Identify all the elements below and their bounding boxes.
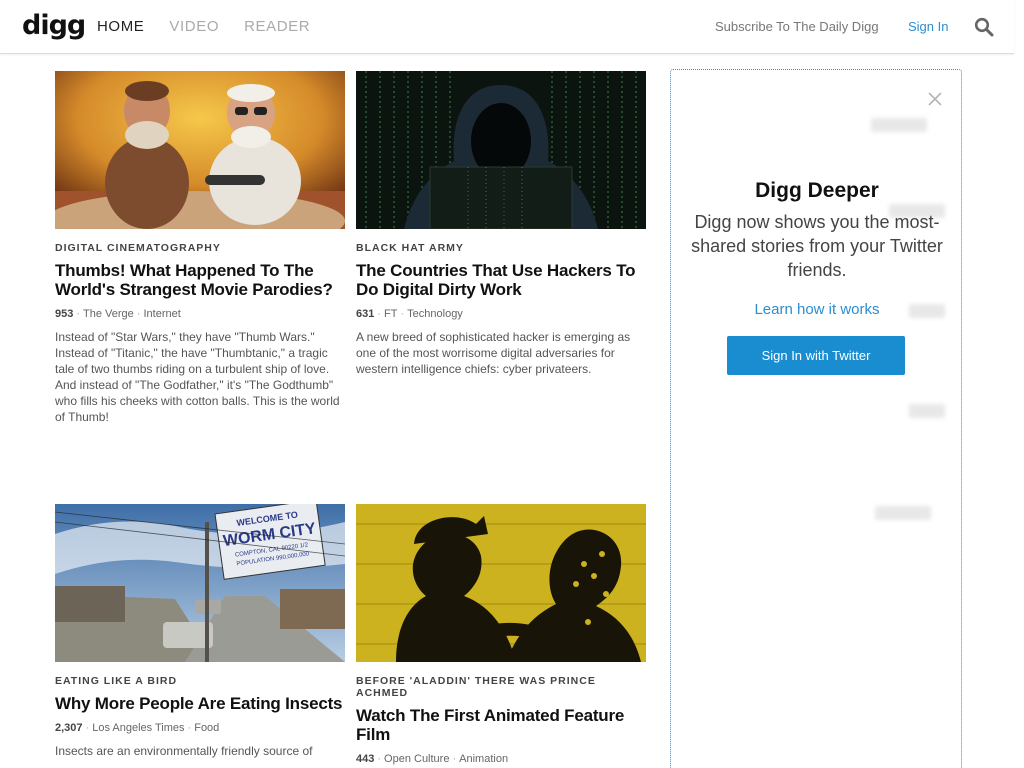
- story-category[interactable]: Animation: [459, 753, 508, 765]
- story-card: BLACK HAT ARMY The Countries That Use Ha…: [356, 71, 646, 377]
- story-thumbnail[interactable]: WELCOME TO WORM CITY COMPTON, CAL 90220 …: [55, 504, 345, 662]
- story-title[interactable]: Thumbs! What Happened To The World's Str…: [55, 261, 345, 299]
- digg-count: 443: [356, 753, 375, 765]
- nav-reader[interactable]: READER: [244, 18, 310, 36]
- story-kicker: EATING LIKE A BIRD: [55, 675, 178, 687]
- story-meta: 443 · Open Culture · Animation: [356, 753, 509, 765]
- story-kicker: BLACK HAT ARMY: [356, 242, 464, 254]
- panel-title: Digg Deeper: [755, 179, 879, 202]
- learn-how-link[interactable]: Learn how it works: [671, 300, 961, 320]
- digg-count: 631: [356, 308, 375, 320]
- story-meta: 631 · FT · Technology: [356, 308, 463, 320]
- story-title[interactable]: Why More People Are Eating Insects: [55, 694, 345, 713]
- story-category[interactable]: Internet: [143, 308, 180, 320]
- story-description: Insects are an environmentally friendly …: [55, 744, 313, 758]
- story-title[interactable]: Watch The First Animated Feature Film: [356, 706, 646, 744]
- story-thumbnail[interactable]: [356, 504, 646, 662]
- story-meta: 953 · The Verge · Internet: [55, 308, 181, 320]
- subscribe-link[interactable]: Subscribe To The Daily Digg: [715, 18, 879, 36]
- story-thumbnail[interactable]: [55, 71, 345, 229]
- digg-count: 2,307: [55, 722, 83, 734]
- story-source[interactable]: FT: [384, 308, 397, 320]
- story-card: DIGITAL CINEMATOGRAPHY Thumbs! What Happ…: [55, 71, 345, 425]
- nav-home[interactable]: HOME: [97, 18, 144, 36]
- story-meta: 2,307 · Los Angeles Times · Food: [55, 722, 220, 734]
- story-description: Instead of "Star Wars," they have "Thumb…: [55, 330, 340, 424]
- main-nav: HOME VIDEO READER: [97, 18, 335, 36]
- story-kicker: DIGITAL CINEMATOGRAPHY: [55, 242, 221, 254]
- digg-logo[interactable]: digg: [22, 12, 86, 39]
- blurred-placeholder: [871, 118, 927, 132]
- sign-in-link[interactable]: Sign In: [908, 18, 948, 36]
- story-category[interactable]: Food: [194, 722, 219, 734]
- blurred-placeholder: [909, 404, 945, 418]
- story-thumbnail[interactable]: [356, 71, 646, 229]
- search-icon[interactable]: [974, 17, 994, 37]
- nav-video[interactable]: VIDEO: [169, 18, 219, 36]
- story-kicker: BEFORE 'ALADDIN' THERE WAS PRINCE ACHMED: [356, 675, 596, 699]
- top-header: digg HOME VIDEO READER Subscribe To The …: [0, 0, 1014, 54]
- story-category[interactable]: Technology: [407, 308, 463, 320]
- story-source[interactable]: Los Angeles Times: [92, 722, 184, 734]
- story-source[interactable]: Open Culture: [384, 753, 449, 765]
- story-title[interactable]: The Countries That Use Hackers To Do Dig…: [356, 261, 646, 299]
- sign-in-twitter-button[interactable]: Sign In with Twitter: [727, 336, 905, 375]
- story-source[interactable]: The Verge: [83, 308, 134, 320]
- digg-count: 953: [55, 308, 74, 320]
- panel-description: Digg now shows you the most-shared stori…: [691, 212, 943, 280]
- close-icon[interactable]: [924, 88, 946, 110]
- story-description: A new breed of sophisticated hacker is e…: [356, 330, 631, 376]
- story-card: BEFORE 'ALADDIN' THERE WAS PRINCE ACHMED…: [356, 504, 646, 766]
- story-card: WELCOME TO WORM CITY COMPTON, CAL 90220 …: [55, 504, 345, 759]
- blurred-placeholder: [875, 506, 931, 520]
- digg-deeper-panel: Digg Deeper Digg now shows you the most-…: [670, 69, 962, 768]
